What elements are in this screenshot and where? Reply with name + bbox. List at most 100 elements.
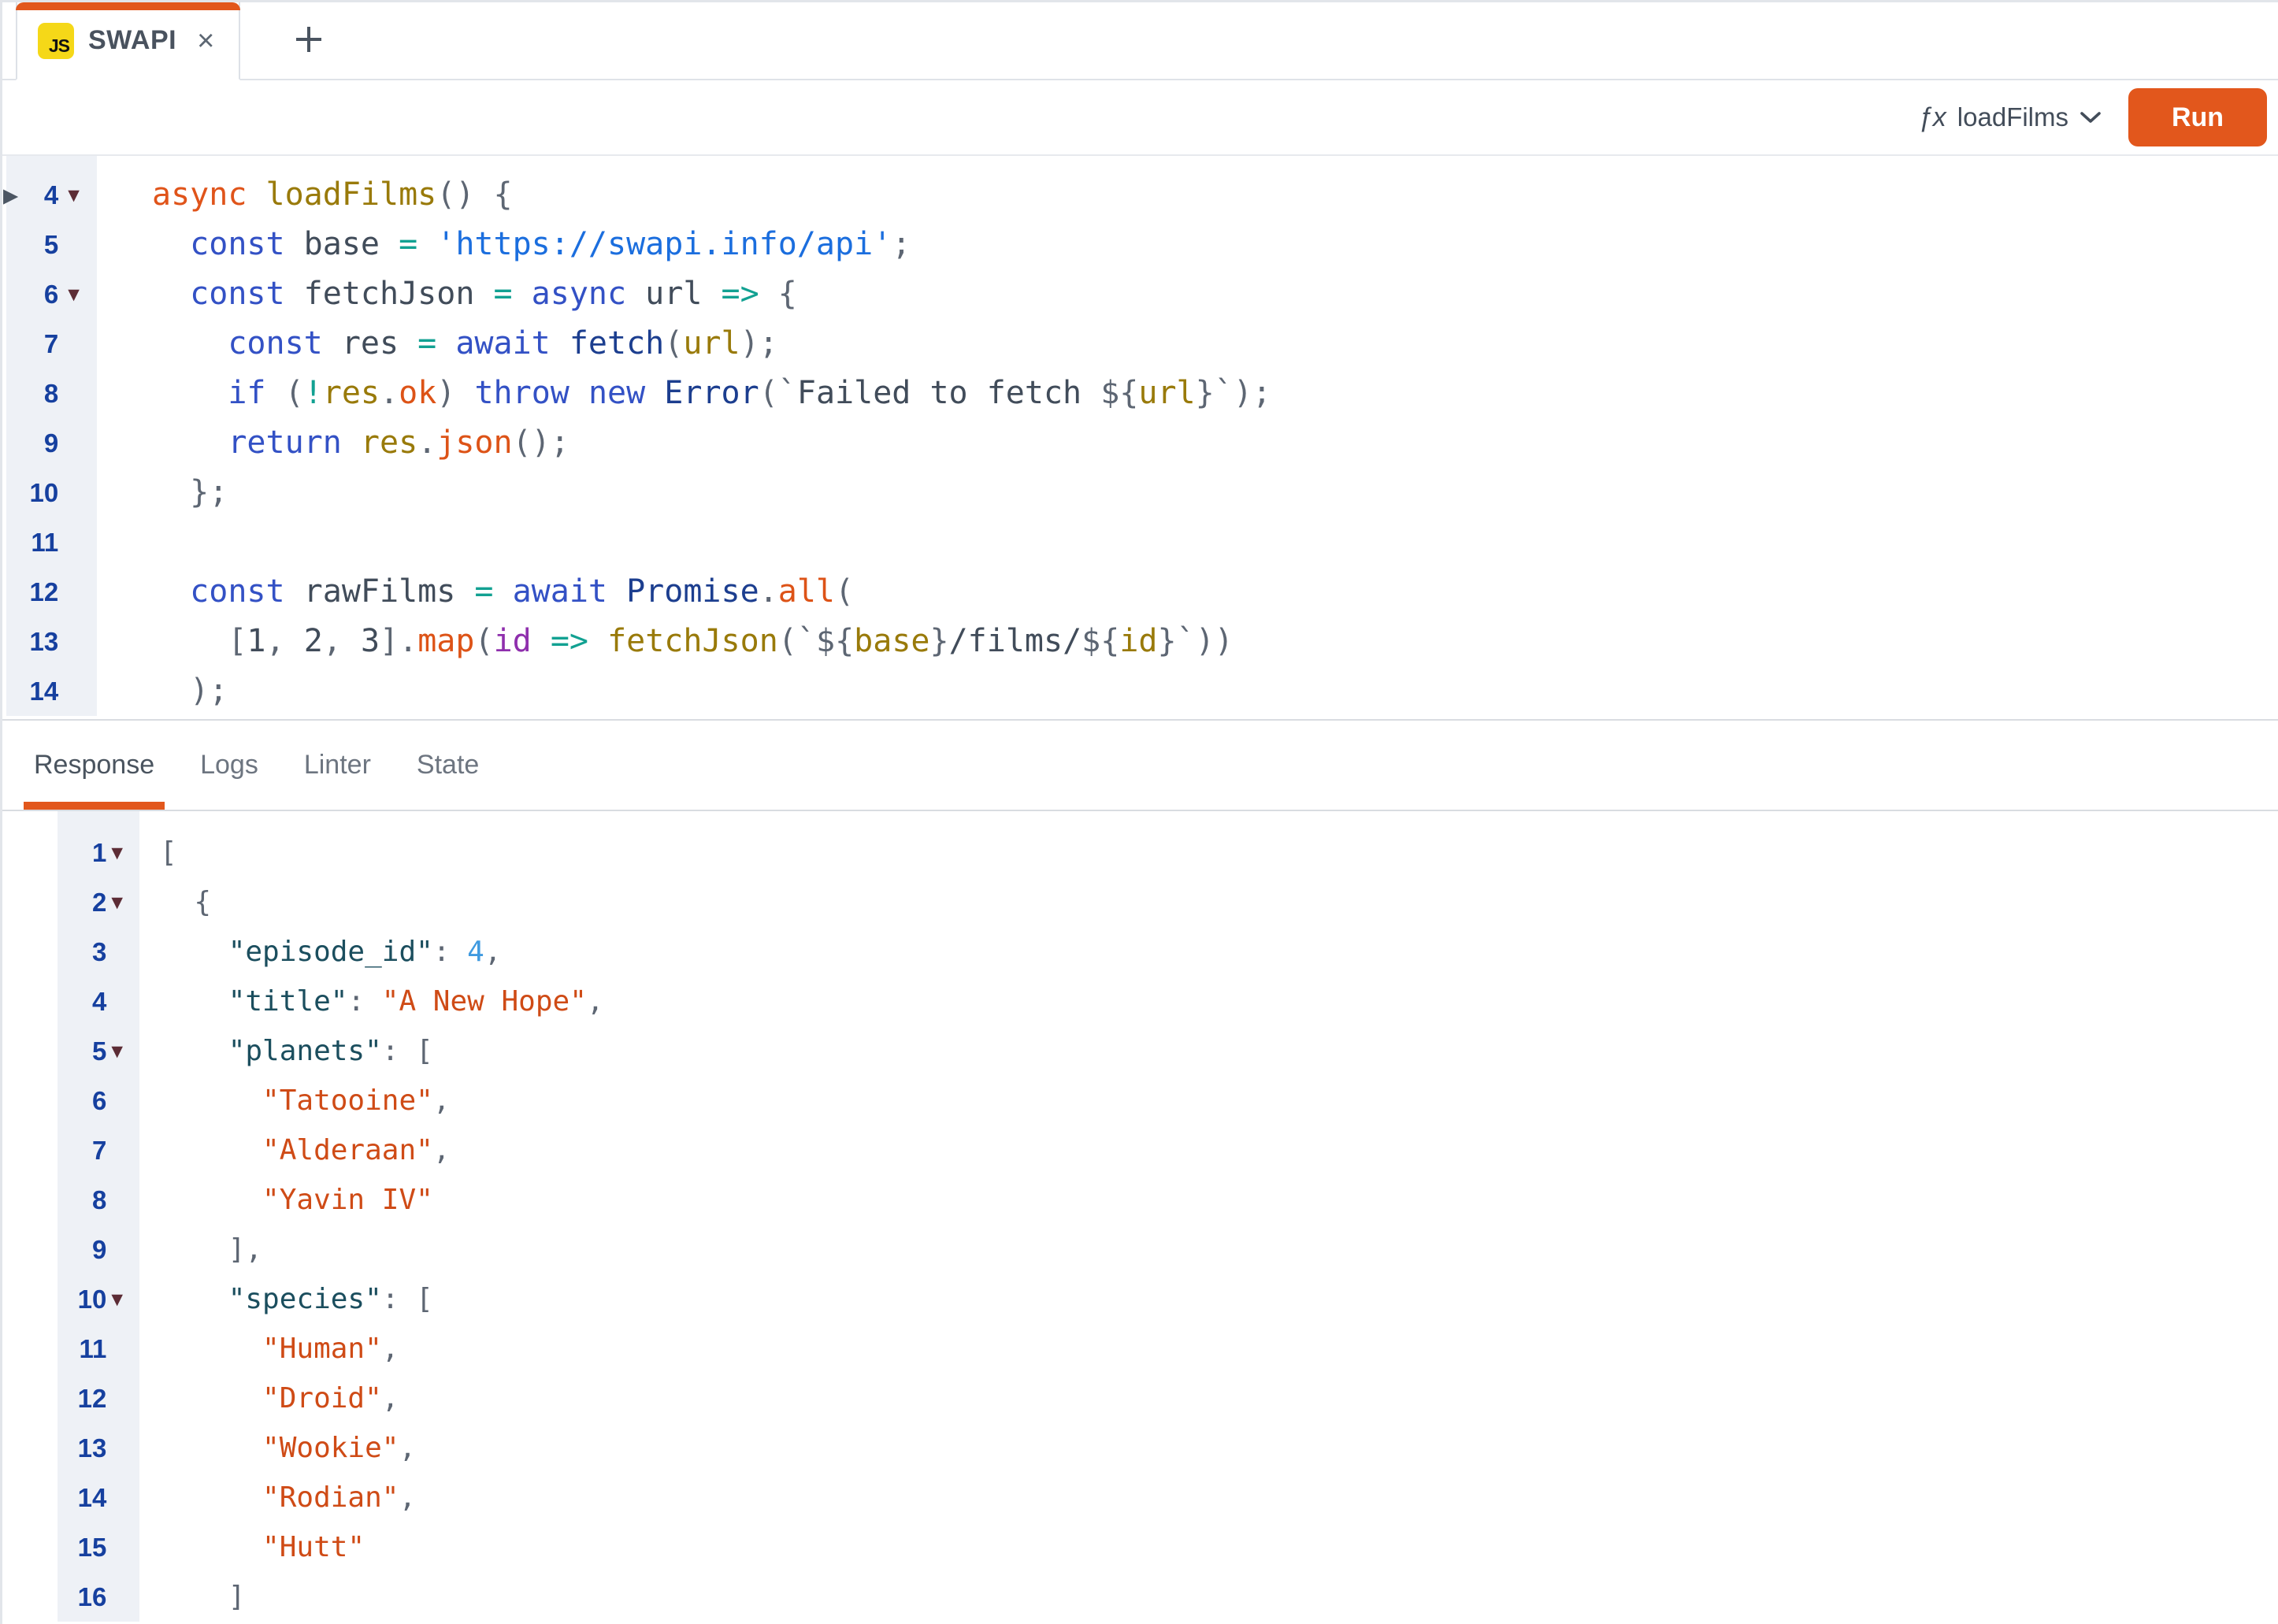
gutter-row: 4 <box>58 977 139 1026</box>
line-number: 13 <box>6 627 58 657</box>
gutter-row: 12 <box>58 1374 139 1423</box>
code-line: ], <box>160 1225 2278 1274</box>
code-line: "episode_id": 4, <box>160 927 2278 977</box>
code-line: }; <box>152 468 2278 517</box>
code-line: ] <box>160 1572 2278 1622</box>
fold-icon[interactable]: ▼ <box>106 894 139 911</box>
code-line: const base = 'https://swapi.info/api'; <box>152 220 2278 269</box>
line-number: 6 <box>58 1086 106 1116</box>
code-line: "Tatooine", <box>160 1076 2278 1125</box>
response-gutter: 1▼2▼345▼678910▼111213141516 <box>58 811 139 1622</box>
line-number: 1 <box>58 838 106 868</box>
code-line: "Human", <box>160 1324 2278 1374</box>
line-number: 7 <box>6 329 58 359</box>
line-number: 8 <box>58 1185 106 1215</box>
code-line: "Rodian", <box>160 1473 2278 1522</box>
code-line: async loadFilms() { <box>152 170 2278 220</box>
gutter-row: 11 <box>6 517 97 567</box>
gutter-row: 11 <box>58 1324 139 1374</box>
gutter-row: 5 <box>6 220 97 269</box>
gutter-row: 1▼ <box>58 828 139 877</box>
fold-icon[interactable]: ▼ <box>106 1291 139 1308</box>
run-button[interactable]: Run <box>2128 88 2267 146</box>
function-picker-label: loadFilms <box>1957 102 2068 132</box>
gutter-row: 6 <box>58 1076 139 1125</box>
code-content[interactable]: async loadFilms() { const base = 'https:… <box>97 156 2278 719</box>
plus-icon <box>292 23 325 56</box>
js-icon-label: JS <box>49 35 69 57</box>
gutter-row: 8 <box>58 1175 139 1225</box>
gutter-row: 14 <box>6 666 97 716</box>
fold-icon[interactable]: ▼ <box>106 1043 139 1060</box>
gutter-row: 13 <box>58 1423 139 1473</box>
code-line: "title": "A New Hope", <box>160 977 2278 1026</box>
fold-icon[interactable]: ▼ <box>58 187 97 204</box>
code-editor[interactable]: ▶4▼56▼7891011121314 async loadFilms() { … <box>2 156 2278 719</box>
response-panel: 1▼2▼345▼678910▼111213141516 [ { "episode… <box>2 811 2278 1624</box>
gutter-row: 8 <box>6 369 97 418</box>
close-icon[interactable]: × <box>197 26 214 56</box>
code-line: const res = await fetch(url); <box>152 319 2278 369</box>
code-line: "species": [ <box>160 1274 2278 1324</box>
line-number: 14 <box>6 677 58 706</box>
code-line: "Yavin IV" <box>160 1175 2278 1225</box>
code-line: const fetchJson = async url => { <box>152 269 2278 319</box>
code-line: "planets": [ <box>160 1026 2278 1076</box>
fold-icon[interactable]: ▼ <box>106 844 139 862</box>
gutter-row: 9 <box>58 1225 139 1274</box>
line-number: 10 <box>58 1285 106 1314</box>
js-icon: JS <box>38 23 74 59</box>
gutter-row: 13 <box>6 617 97 666</box>
code-line: "Hutt" <box>160 1522 2278 1572</box>
response-content: [ { "episode_id": 4, "title": "A New Hop… <box>139 811 2278 1624</box>
line-number: 14 <box>58 1483 106 1513</box>
gutter-row: 10▼ <box>58 1274 139 1324</box>
gutter-row: 12 <box>6 567 97 617</box>
line-number: 15 <box>58 1533 106 1563</box>
new-tab-button[interactable] <box>284 15 333 66</box>
code-line: "Wookie", <box>160 1423 2278 1473</box>
toolbar: ƒx loadFilms Run <box>2 80 2278 156</box>
line-number: 5 <box>58 1036 106 1066</box>
line-number: 4 <box>58 987 106 1017</box>
code-line: const rawFilms = await Promise.all( <box>152 567 2278 617</box>
code-line <box>152 517 2278 567</box>
tab-swapi[interactable]: JS SWAPI × <box>16 2 240 80</box>
gutter-row: 15 <box>58 1522 139 1572</box>
fold-icon[interactable]: ▼ <box>58 286 97 303</box>
gutter-row: 2▼ <box>58 877 139 927</box>
line-number: 5 <box>6 230 58 260</box>
fx-icon: ƒx <box>1918 102 1946 133</box>
line-number: 13 <box>58 1433 106 1463</box>
gutter-row: 16 <box>58 1572 139 1622</box>
line-number: 16 <box>58 1582 106 1612</box>
line-number: 12 <box>6 577 58 607</box>
line-number: 7 <box>58 1136 106 1166</box>
line-number: 6 <box>6 280 58 310</box>
gutter-row: 9 <box>6 418 97 468</box>
tab-logs[interactable]: Logs <box>190 721 269 810</box>
gutter-row: 3 <box>58 927 139 977</box>
tab-linter[interactable]: Linter <box>294 721 381 810</box>
tab-bar: JS SWAPI × <box>2 2 2278 80</box>
gutter-row: ▶4▼ <box>6 170 97 220</box>
app-window: JS SWAPI × ƒx loadFilms Run ▶4▼56▼789101… <box>0 0 2278 1624</box>
chevron-down-icon <box>2080 110 2102 124</box>
gutter-row: 5▼ <box>58 1026 139 1076</box>
tab-title: SWAPI <box>88 25 176 56</box>
code-line: "Droid", <box>160 1374 2278 1423</box>
gutter-row: 10 <box>6 468 97 517</box>
line-number: 8 <box>6 379 58 409</box>
line-number: 2 <box>58 888 106 918</box>
tab-response[interactable]: Response <box>24 721 165 810</box>
code-line: [1, 2, 3].map(id => fetchJson(`${base}/f… <box>152 617 2278 666</box>
play-indicator-icon: ▶ <box>3 184 18 206</box>
gutter-row: 6▼ <box>6 269 97 319</box>
editor-gutter: ▶4▼56▼7891011121314 <box>6 156 97 716</box>
function-picker[interactable]: ƒx loadFilms <box>1918 102 2102 133</box>
line-number: 10 <box>6 478 58 508</box>
code-line: "Alderaan", <box>160 1125 2278 1175</box>
line-number: 12 <box>58 1384 106 1414</box>
tab-state[interactable]: State <box>406 721 489 810</box>
code-line: { <box>160 877 2278 927</box>
